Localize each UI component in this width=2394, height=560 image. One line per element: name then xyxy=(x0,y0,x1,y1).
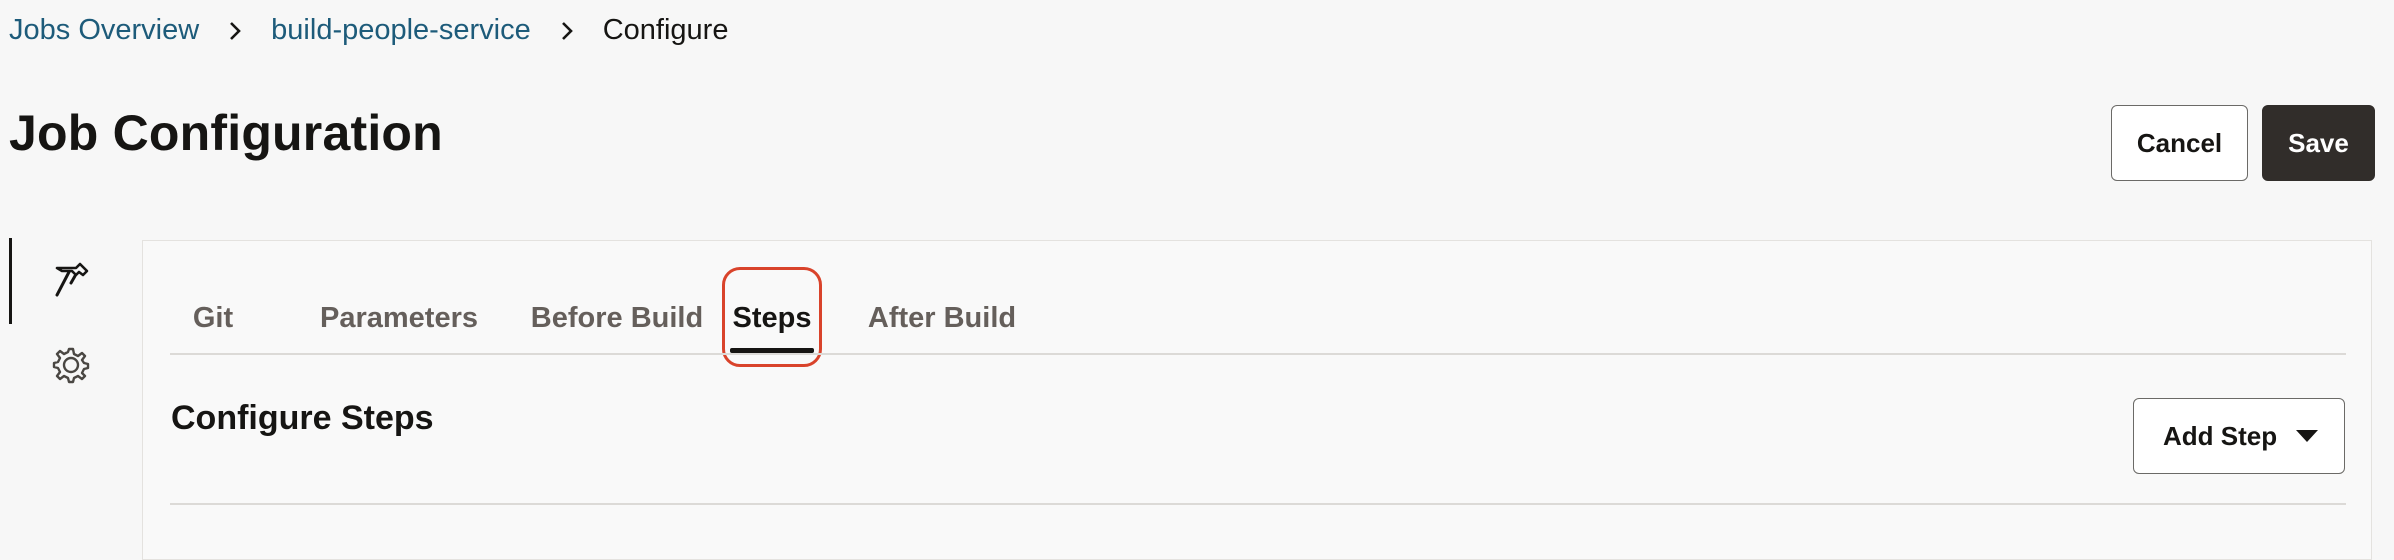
add-step-button[interactable]: Add Step xyxy=(2133,398,2345,474)
sidebar-active-indicator xyxy=(9,238,12,324)
cancel-button[interactable]: Cancel xyxy=(2111,105,2248,181)
caret-down-icon xyxy=(2296,430,2318,442)
breadcrumb-current: Configure xyxy=(602,14,729,46)
add-step-label: Add Step xyxy=(2163,420,2278,451)
section-title: Configure Steps xyxy=(171,399,434,437)
tab-git[interactable]: Git xyxy=(172,282,254,354)
breadcrumb-link-jobs-overview[interactable]: Jobs Overview xyxy=(9,14,199,47)
tab-bar-divider xyxy=(170,353,2346,355)
breadcrumb: Jobs Overview build-people-service Confi… xyxy=(9,14,728,47)
breadcrumb-link-build-people-service[interactable]: build-people-service xyxy=(271,14,531,47)
tab-before-build[interactable]: Before Build xyxy=(512,282,722,354)
chevron-right-icon xyxy=(557,21,577,41)
tab-steps[interactable]: Steps xyxy=(732,282,812,354)
tab-after-build[interactable]: After Build xyxy=(868,282,1016,354)
tab-parameters[interactable]: Parameters xyxy=(300,282,498,354)
save-button[interactable]: Save xyxy=(2262,105,2375,181)
chevron-right-icon xyxy=(225,21,245,41)
gear-icon[interactable] xyxy=(50,344,92,386)
section-divider xyxy=(170,503,2346,505)
page-title: Job Configuration xyxy=(9,105,443,161)
hammer-icon[interactable] xyxy=(50,259,92,301)
